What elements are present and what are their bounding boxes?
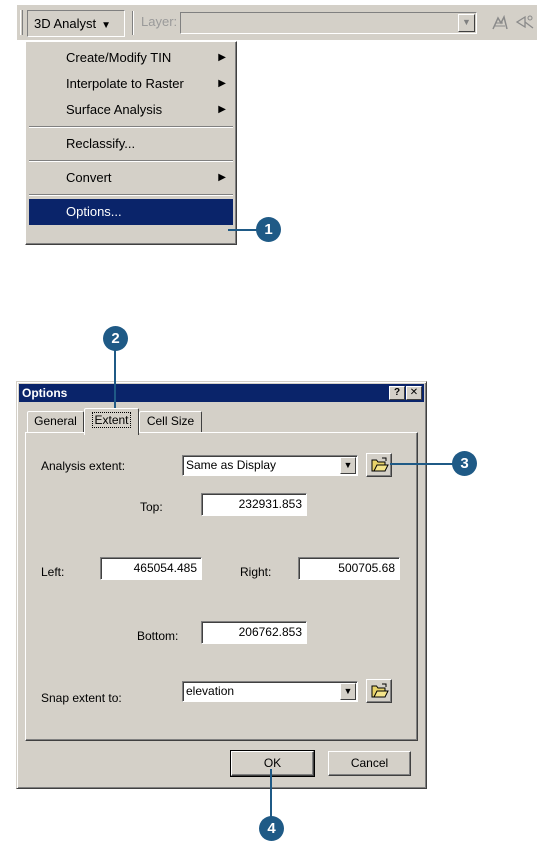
- analysis-extent-value: Same as Display: [186, 458, 277, 472]
- snap-extent-dropdown-button[interactable]: ▼: [340, 683, 356, 700]
- toolbar-separator: [132, 11, 134, 35]
- 3d-analyst-menu-button[interactable]: 3D Analyst ▼: [27, 10, 125, 37]
- close-icon: ✕: [409, 387, 419, 398]
- tab-label: General: [34, 414, 77, 428]
- analysis-extent-browse-button[interactable]: [366, 453, 392, 477]
- ok-button[interactable]: OK: [230, 750, 315, 777]
- callout-3-leader: [390, 463, 454, 465]
- right-label: Right:: [240, 565, 272, 579]
- 3d-analyst-menu-label: 3D Analyst: [34, 16, 97, 31]
- line-of-sight-icon[interactable]: [515, 14, 535, 32]
- menu-item-label: Reclassify...: [66, 136, 136, 151]
- top-label: Top:: [140, 500, 163, 514]
- top-value: 232931.853: [238, 497, 302, 511]
- chevron-down-icon: ▼: [462, 17, 471, 27]
- 3d-analyst-toolbar: 3D Analyst ▼ Layer: ▼: [17, 5, 537, 40]
- chevron-down-icon: ▼: [101, 20, 112, 31]
- submenu-arrow-icon: ▶: [218, 52, 226, 63]
- close-button[interactable]: ✕: [406, 386, 422, 400]
- menu-item-label: Create/Modify TIN: [66, 50, 172, 65]
- submenu-arrow-icon: ▶: [218, 78, 226, 89]
- tab-cell-size[interactable]: Cell Size: [139, 411, 202, 432]
- menu-item-reclassify[interactable]: Reclassify...: [29, 131, 233, 157]
- callout-1: 1: [256, 217, 281, 242]
- menu-separator: [29, 194, 233, 196]
- analysis-extent-dropdown-button[interactable]: ▼: [340, 457, 356, 474]
- menu-item-convert[interactable]: Convert ▶: [29, 165, 233, 191]
- dialog-title: Options: [22, 386, 68, 400]
- layer-select[interactable]: [180, 12, 477, 34]
- right-input[interactable]: 500705.68: [298, 557, 400, 580]
- callout-4: 4: [259, 816, 284, 841]
- submenu-arrow-icon: ▶: [218, 172, 226, 183]
- bottom-input[interactable]: 206762.853: [201, 621, 307, 644]
- menu-item-surface-analysis[interactable]: Surface Analysis ▶: [29, 97, 233, 123]
- cancel-button[interactable]: Cancel: [328, 751, 411, 776]
- tab-general[interactable]: General: [27, 411, 84, 432]
- open-folder-icon: [371, 683, 389, 698]
- callout-3: 3: [452, 451, 477, 476]
- chevron-down-icon: ▼: [343, 686, 353, 696]
- tab-label: Cell Size: [146, 414, 195, 428]
- left-label: Left:: [41, 565, 65, 579]
- chevron-down-icon: ▼: [343, 460, 353, 470]
- dig-icon[interactable]: [490, 14, 510, 32]
- callout-2: 2: [103, 326, 128, 351]
- menu-separator: [29, 160, 233, 162]
- menu-separator: [29, 126, 233, 128]
- submenu-arrow-icon: ▶: [218, 104, 226, 115]
- menu-item-label: Options...: [66, 204, 122, 219]
- toolbar-grip[interactable]: [20, 10, 23, 35]
- left-input[interactable]: 465054.485: [100, 557, 202, 580]
- bottom-value: 206762.853: [238, 625, 302, 639]
- 3d-analyst-dropdown-menu: Create/Modify TIN ▶ Interpolate to Raste…: [25, 41, 237, 245]
- menu-item-label: Interpolate to Raster: [66, 76, 184, 91]
- dialog-titlebar[interactable]: Options ? ✕: [19, 384, 424, 402]
- options-dialog: Options ? ✕ General Extent Cell Size Ana…: [16, 381, 427, 789]
- help-button[interactable]: ?: [389, 386, 405, 400]
- analysis-extent-label: Analysis extent:: [41, 459, 126, 473]
- tab-label: Extent: [92, 412, 131, 428]
- snap-extent-select[interactable]: elevation ▼: [182, 681, 358, 702]
- analysis-extent-select[interactable]: Same as Display ▼: [182, 455, 358, 476]
- menu-item-create-modify-tin[interactable]: Create/Modify TIN ▶: [29, 45, 233, 71]
- bottom-label: Bottom:: [137, 629, 179, 643]
- snap-extent-label: Snap extent to:: [41, 691, 122, 705]
- callout-1-leader: [228, 229, 258, 231]
- menu-item-interpolate-to-raster[interactable]: Interpolate to Raster ▶: [29, 71, 233, 97]
- cancel-label: Cancel: [350, 756, 389, 770]
- snap-extent-value: elevation: [186, 684, 235, 698]
- help-icon: ?: [393, 387, 401, 398]
- tab-extent[interactable]: Extent: [84, 408, 139, 435]
- menu-item-label: Surface Analysis: [66, 102, 163, 117]
- right-value: 500705.68: [338, 561, 395, 575]
- layer-label: Layer:: [141, 14, 178, 29]
- snap-extent-browse-button[interactable]: [366, 679, 392, 703]
- open-folder-icon: [371, 457, 389, 472]
- layer-dropdown-button[interactable]: ▼: [458, 14, 475, 32]
- ok-label: OK: [263, 756, 282, 770]
- menu-item-options[interactable]: Options...: [29, 199, 233, 225]
- left-value: 465054.485: [133, 561, 197, 575]
- menu-item-label: Convert: [66, 170, 112, 185]
- top-input[interactable]: 232931.853: [201, 493, 307, 516]
